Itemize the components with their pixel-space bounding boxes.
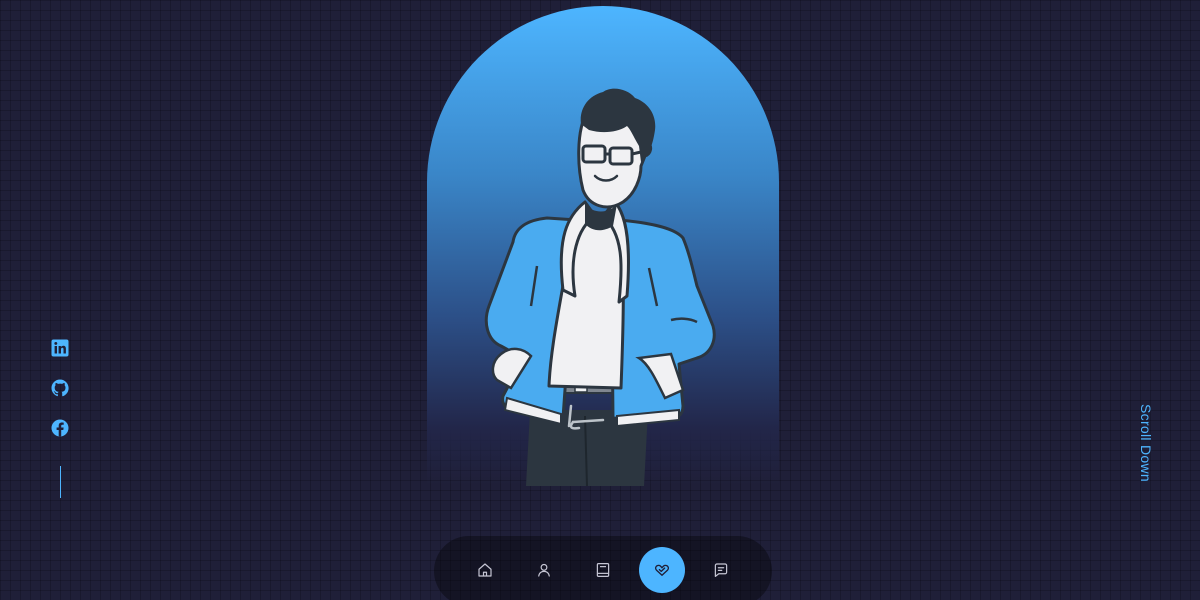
facebook-icon bbox=[51, 419, 69, 437]
nav-item-experience[interactable] bbox=[580, 547, 626, 593]
social-links bbox=[48, 336, 72, 498]
linkedin-link[interactable] bbox=[48, 336, 72, 360]
bottom-nav bbox=[434, 536, 772, 600]
avatar-illustration bbox=[484, 88, 716, 486]
handshake-icon bbox=[654, 564, 670, 576]
home-icon bbox=[478, 563, 492, 577]
book-icon bbox=[596, 563, 610, 577]
facebook-link[interactable] bbox=[48, 416, 72, 440]
nav-item-contact[interactable] bbox=[698, 547, 744, 593]
github-link[interactable] bbox=[48, 376, 72, 400]
nav-item-services[interactable] bbox=[639, 547, 685, 593]
social-divider-line bbox=[59, 466, 61, 498]
message-icon bbox=[714, 563, 728, 577]
scroll-down-link[interactable]: Scroll Down bbox=[1138, 404, 1154, 482]
user-icon bbox=[538, 563, 550, 577]
nav-item-home[interactable] bbox=[462, 547, 508, 593]
github-icon bbox=[51, 379, 69, 397]
nav-item-about[interactable] bbox=[521, 547, 567, 593]
hero-avatar-frame bbox=[427, 6, 779, 486]
linkedin-icon bbox=[51, 339, 69, 357]
